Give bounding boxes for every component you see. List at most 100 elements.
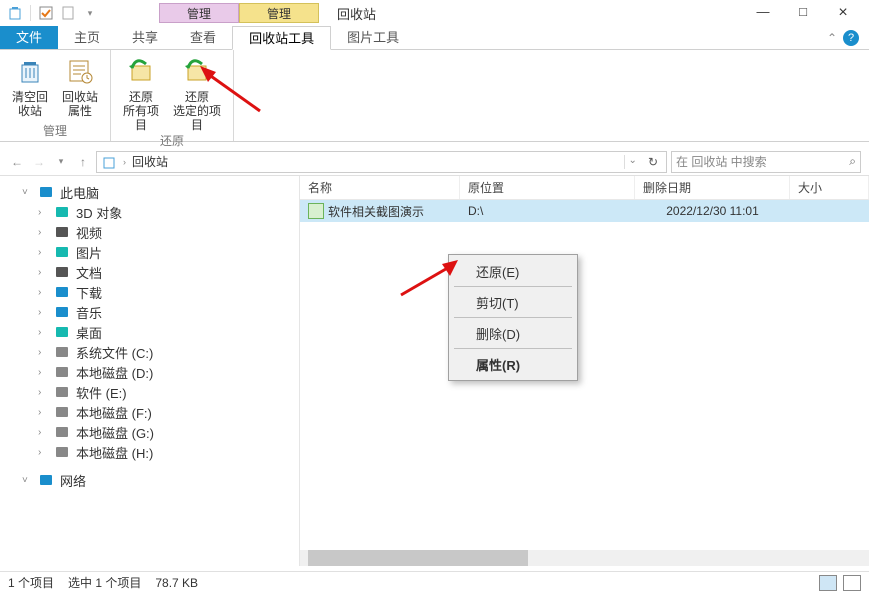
- expand-icon[interactable]: ›: [38, 387, 48, 398]
- recycle-bin-properties-button[interactable]: 回收站属性: [58, 54, 102, 118]
- address-bar[interactable]: › 回收站 ⌄ ↻: [96, 151, 667, 173]
- back-button[interactable]: ←: [8, 153, 26, 171]
- tree-item[interactable]: ›系统文件 (C:): [10, 342, 299, 362]
- expand-icon[interactable]: ›: [38, 447, 48, 458]
- expand-icon[interactable]: ›: [38, 307, 48, 318]
- tab-home[interactable]: 主页: [58, 26, 116, 49]
- recycle-bin-icon: [6, 4, 24, 22]
- refresh-icon[interactable]: ↻: [644, 155, 662, 169]
- expand-icon[interactable]: ›: [38, 327, 48, 338]
- menu-properties[interactable]: 属性(R): [452, 351, 574, 377]
- menu-delete[interactable]: 删除(D): [452, 320, 574, 346]
- tree-item[interactable]: ›软件 (E:): [10, 382, 299, 402]
- search-input[interactable]: [676, 155, 849, 169]
- tree-item[interactable]: ›本地磁盘 (G:): [10, 422, 299, 442]
- video-icon: [54, 224, 70, 240]
- ribbon-collapse-area: ⌃ ?: [827, 26, 869, 49]
- tree-item[interactable]: ›本地磁盘 (D:): [10, 362, 299, 382]
- scrollbar-thumb[interactable]: [308, 550, 528, 566]
- file-listing: 名称 原位置 删除日期 大小 软件相关截图演示 D:\ 2022/12/30 1…: [300, 176, 869, 566]
- ribbon-collapse-icon[interactable]: ⌃: [827, 31, 837, 45]
- tree-item[interactable]: ›本地磁盘 (H:): [10, 442, 299, 462]
- tree-item[interactable]: ›文档: [10, 262, 299, 282]
- close-button[interactable]: ×: [833, 4, 853, 22]
- window-controls: — □ ×: [753, 4, 869, 22]
- downloads-icon: [54, 284, 70, 300]
- qat-dropdown-icon[interactable]: ▾: [81, 4, 99, 22]
- recent-dropdown-icon[interactable]: ▾: [52, 153, 70, 171]
- col-name[interactable]: 名称: [300, 176, 460, 199]
- restore-all-button[interactable]: 还原所有项目: [119, 54, 163, 132]
- status-bar: 1 个项目 选中 1 个项目 78.7 KB: [0, 571, 869, 593]
- tab-view[interactable]: 查看: [174, 26, 232, 49]
- search-box[interactable]: ⌕: [671, 151, 861, 173]
- label: 清空回收站: [8, 90, 52, 118]
- details-view-icon[interactable]: [819, 575, 837, 591]
- tree-item[interactable]: ˅此电脑: [10, 182, 299, 202]
- desktop-icon: [54, 324, 70, 340]
- blank-doc-icon[interactable]: [59, 4, 77, 22]
- tree-item[interactable]: › 本地磁盘 (F:): [10, 402, 299, 422]
- col-deleted-date[interactable]: 删除日期: [635, 176, 790, 199]
- horizontal-scrollbar[interactable]: [300, 550, 869, 566]
- context-tab-tools-2[interactable]: 管理: [239, 3, 319, 23]
- tree-item[interactable]: › 图片: [10, 242, 299, 262]
- tree-label: 本地磁盘 (F:): [76, 403, 152, 422]
- expand-icon[interactable]: ›: [38, 227, 48, 238]
- documents-icon: [54, 264, 70, 280]
- column-headers: 名称 原位置 删除日期 大小: [300, 176, 869, 200]
- pictures-icon: [54, 244, 70, 260]
- tab-file[interactable]: 文件: [0, 26, 58, 49]
- tree-label: 图片: [76, 243, 102, 262]
- expand-icon[interactable]: ›: [38, 267, 48, 278]
- minimize-button[interactable]: —: [753, 4, 773, 22]
- address-dropdown-icon[interactable]: ⌄: [624, 155, 641, 169]
- title-bar: ▾ 管理 管理 回收站 — □ ×: [0, 0, 869, 26]
- tree-item[interactable]: ›3D 对象: [10, 202, 299, 222]
- restore-all-icon: [119, 54, 163, 88]
- search-icon[interactable]: ⌕: [849, 154, 856, 169]
- context-tab-tools-1[interactable]: 管理: [159, 3, 239, 23]
- menu-cut[interactable]: 剪切(T): [452, 289, 574, 315]
- expand-icon[interactable]: ›: [38, 347, 48, 358]
- menu-restore[interactable]: 还原(E): [452, 258, 574, 284]
- col-size[interactable]: 大小: [790, 176, 869, 199]
- tree-item[interactable]: ›桌面: [10, 322, 299, 342]
- expand-icon[interactable]: ›: [38, 407, 48, 418]
- expand-icon[interactable]: ›: [38, 287, 48, 298]
- expand-icon[interactable]: ˅: [22, 187, 32, 198]
- tab-recycle-tools[interactable]: 回收站工具: [232, 26, 331, 50]
- group-label: 还原: [119, 132, 225, 149]
- app-title: 回收站: [337, 4, 376, 23]
- empty-recycle-bin-button[interactable]: 清空回收站: [8, 54, 52, 118]
- up-button[interactable]: ↑: [74, 153, 92, 171]
- col-original[interactable]: 原位置: [460, 176, 635, 199]
- chevron-right-icon[interactable]: ›: [123, 157, 126, 167]
- forward-button[interactable]: →: [30, 153, 48, 171]
- tree-label: 音乐: [76, 303, 102, 322]
- help-icon[interactable]: ?: [843, 30, 859, 46]
- maximize-button[interactable]: □: [793, 4, 813, 22]
- tree-item[interactable]: ›下载: [10, 282, 299, 302]
- contextual-tabs: 管理 管理: [159, 3, 319, 23]
- tree-item[interactable]: ›视频: [10, 222, 299, 242]
- nav-tree[interactable]: ˅此电脑›3D 对象›视频›图片›文档›下载›音乐›桌面›系统文件 (C:)›本…: [0, 176, 300, 566]
- expand-icon[interactable]: ›: [38, 367, 48, 378]
- file-original: D:\: [460, 204, 635, 218]
- restore-selected-button[interactable]: 还原选定的项目: [169, 54, 225, 132]
- thumbnails-view-icon[interactable]: [843, 575, 861, 591]
- tree-item[interactable]: ˅网络: [10, 470, 299, 490]
- tree-item[interactable]: › 音乐: [10, 302, 299, 322]
- file-row[interactable]: 软件相关截图演示 D:\ 2022/12/30 11:01: [300, 200, 869, 222]
- expand-icon[interactable]: ›: [38, 207, 48, 218]
- menu-separator: [454, 348, 572, 349]
- drive-icon: [54, 364, 70, 380]
- tab-share[interactable]: 共享: [116, 26, 174, 49]
- expand-icon[interactable]: ›: [38, 427, 48, 438]
- checkbox-checked-icon[interactable]: [37, 4, 55, 22]
- tab-image-tools[interactable]: 图片工具: [331, 26, 415, 49]
- expand-icon[interactable]: ˅: [22, 475, 32, 486]
- breadcrumb[interactable]: 回收站: [132, 153, 168, 170]
- 3d-icon: [54, 204, 70, 220]
- expand-icon[interactable]: ›: [38, 247, 48, 258]
